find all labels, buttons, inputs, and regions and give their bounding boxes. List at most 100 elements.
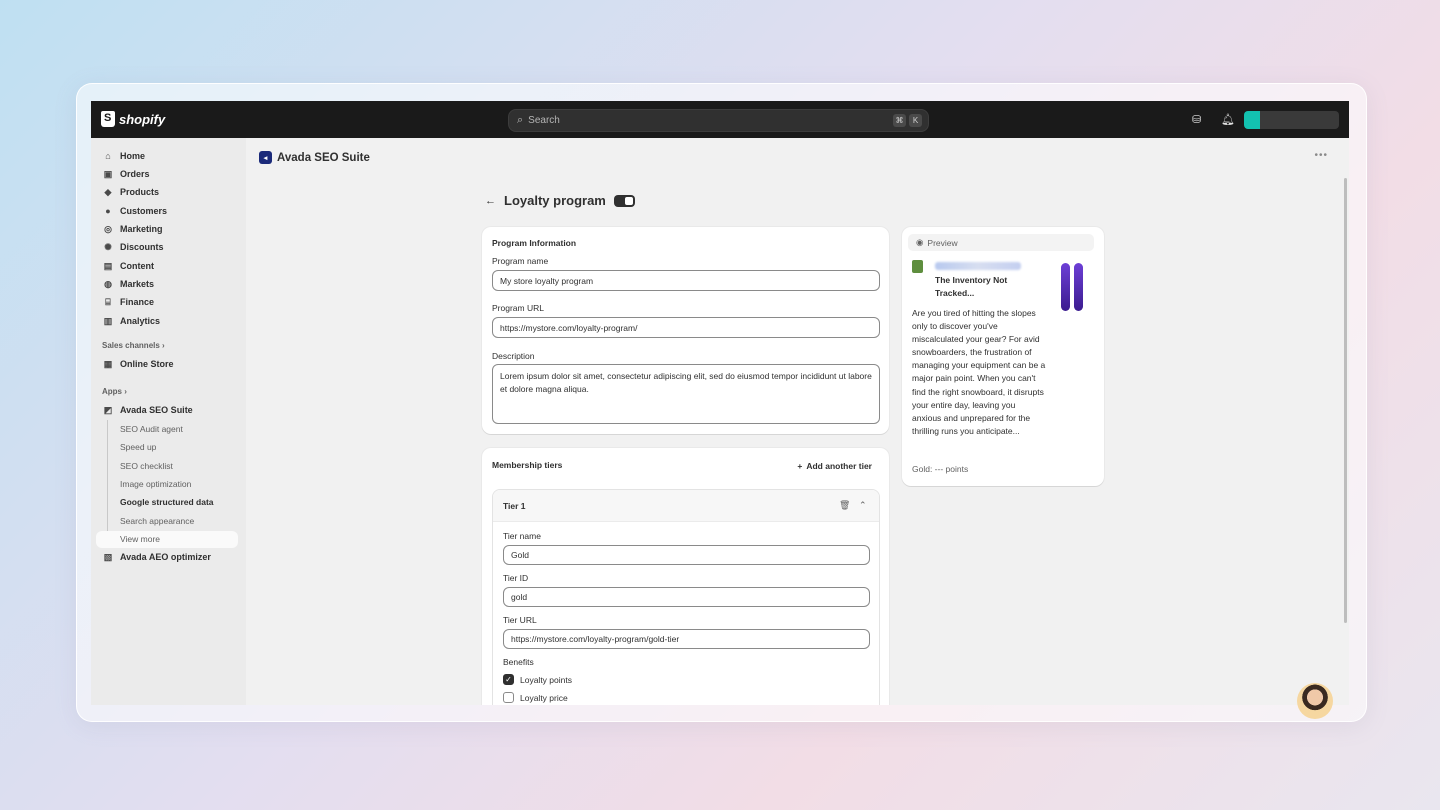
- sidebar-item-orders[interactable]: ▣ Orders: [103, 166, 150, 182]
- sales-channels-heading[interactable]: Sales channels ›: [102, 341, 165, 350]
- person-icon: ●: [105, 206, 111, 216]
- subitem-image-optimization[interactable]: Image optimization: [120, 479, 191, 489]
- loyalty-points-label: Loyalty points: [520, 675, 572, 685]
- sidebar-item-content[interactable]: ▤ Content: [103, 258, 154, 274]
- content-icon: ▤: [103, 260, 113, 271]
- chevron-right-icon: ›: [162, 341, 165, 350]
- back-arrow-icon[interactable]: ←: [485, 195, 496, 207]
- shopify-admin: shopify ⌕ Search ⌘ K ⛁ 🔔︎ ⌂Home ▣Orders …: [91, 101, 1349, 705]
- support-avatar[interactable]: [1297, 683, 1333, 719]
- discount-icon: ✺: [104, 241, 112, 252]
- shopify-logo[interactable]: shopify: [101, 111, 165, 127]
- search-placeholder: Search: [528, 115, 560, 126]
- sidebar-item-products[interactable]: ◆ Products: [103, 184, 159, 200]
- tier-id-input[interactable]: gold: [503, 587, 870, 607]
- card-title: Program Information: [492, 238, 577, 248]
- tier-name-label: Tier name: [503, 531, 541, 541]
- page-scrollbar[interactable]: [1344, 178, 1347, 623]
- plus-icon: +: [797, 461, 803, 471]
- snowboard-image-right: [1074, 263, 1083, 311]
- page-title: Loyalty program: [504, 193, 606, 208]
- tier-1-panel: Tier 1 🗑︎ ⌃ Tier name Gold Tier ID gold …: [492, 489, 880, 705]
- sidebar-item-customers[interactable]: ● Customers: [103, 203, 167, 219]
- sidebar-item-markets[interactable]: ◍ Markets: [103, 276, 154, 292]
- app-title: Avada SEO Suite: [277, 151, 370, 164]
- subitem-seo-audit[interactable]: SEO Audit agent: [120, 424, 183, 434]
- add-another-tier-button[interactable]: + Add another tier: [797, 461, 872, 471]
- sidebar: ⌂ Home ▣ Orders ◆ Products ● Customers ◎ Mark…: [91, 138, 246, 705]
- subitem-view-more[interactable]: View more: [120, 534, 160, 544]
- subnav-tree-line: [107, 420, 108, 535]
- chart-icon: ▥: [103, 315, 113, 326]
- subitem-speed-up[interactable]: Speed up: [120, 442, 156, 452]
- preview-header: ◉ Preview: [908, 234, 1094, 251]
- command-key-badge: ⌘: [893, 114, 906, 127]
- globe-icon: ◍: [104, 278, 112, 289]
- loyalty-points-checkbox[interactable]: ✓: [503, 674, 514, 685]
- more-actions-icon[interactable]: •••: [1314, 150, 1328, 161]
- tier-url-input[interactable]: https://mystore.com/loyalty-program/gold…: [503, 629, 870, 649]
- benefits-label: Benefits: [503, 657, 534, 667]
- card-title: Membership tiers: [492, 460, 563, 470]
- program-name-label: Program name: [492, 256, 549, 266]
- tier-1-header[interactable]: Tier 1 🗑︎ ⌃: [493, 490, 879, 522]
- shopify-bag-icon: [101, 111, 115, 127]
- preview-description: Are you tired of hitting the slopes only…: [912, 308, 1046, 436]
- program-url-input[interactable]: https://mystore.com/loyalty-program/: [492, 317, 880, 338]
- sidebar-item-online-store[interactable]: ▦ Online Store: [103, 356, 174, 372]
- preview-title: Preview: [927, 237, 958, 248]
- store-account-chip[interactable]: [1244, 111, 1339, 129]
- avada-app-icon: ◩: [103, 404, 113, 415]
- chevron-up-icon[interactable]: ⌃: [859, 500, 867, 511]
- search-icon: ⌕: [517, 114, 524, 126]
- sidebar-item-finance[interactable]: ⌸ Finance: [103, 294, 154, 310]
- k-key-badge: K: [909, 114, 922, 127]
- preview-points: Gold: --- points: [912, 464, 969, 474]
- eye-icon: ◉: [916, 237, 924, 247]
- sidebar-item-marketing[interactable]: ◎ Marketing: [103, 221, 162, 237]
- sidebar-item-avada-seo[interactable]: ◩ Avada SEO Suite: [103, 402, 193, 418]
- subitem-google-structured-data[interactable]: Google structured data: [120, 497, 214, 507]
- sidebar-item-avada-aeo[interactable]: ▧ Avada AEO optimizer: [103, 549, 211, 565]
- bell-icon[interactable]: 🔔︎: [1221, 113, 1235, 126]
- tag-icon: ◆: [104, 186, 112, 197]
- app-header: ◂ Avada SEO Suite: [259, 151, 370, 164]
- snowboard-image-left: [1061, 263, 1070, 311]
- storefront-icon: ▦: [103, 358, 113, 369]
- apps-heading[interactable]: Apps ›: [102, 387, 127, 396]
- loyalty-price-checkbox[interactable]: [503, 692, 514, 703]
- program-information-card: Program Information Program name My stor…: [482, 227, 889, 434]
- program-name-input[interactable]: My store loyalty program: [492, 270, 880, 291]
- main-content: ◂ Avada SEO Suite ••• ← Loyalty program …: [246, 138, 1342, 705]
- target-icon: ◎: [104, 223, 112, 234]
- aeo-app-icon: ▧: [103, 551, 113, 562]
- preview-product-title: The Inventory Not Tracked...: [935, 275, 1008, 298]
- subitem-search-appearance[interactable]: Search appearance: [120, 516, 194, 526]
- sidebar-item-discounts[interactable]: ✺ Discounts: [103, 239, 163, 255]
- membership-tiers-card: Membership tiers + Add another tier Tier…: [482, 448, 889, 705]
- tier-url-label: Tier URL: [503, 615, 537, 625]
- sidebar-item-home[interactable]: ⌂ Home: [103, 148, 145, 164]
- tier-id-label: Tier ID: [503, 573, 529, 583]
- search-bar[interactable]: ⌕ Search ⌘ K: [508, 109, 929, 132]
- tier-name-input[interactable]: Gold: [503, 545, 870, 565]
- bank-icon: ⌸: [105, 296, 111, 307]
- description-label: Description: [492, 351, 535, 361]
- sidebar-item-analytics[interactable]: ▥ Analytics: [103, 313, 160, 329]
- chevron-right-icon: ›: [124, 387, 127, 396]
- store-icon[interactable]: ⛁: [1192, 113, 1201, 126]
- shopify-mini-icon: [912, 260, 923, 273]
- page-header: ← Loyalty program: [485, 193, 635, 208]
- trash-icon[interactable]: 🗑︎: [839, 500, 850, 511]
- subitem-seo-checklist[interactable]: SEO checklist: [120, 461, 173, 471]
- brand-name: shopify: [119, 111, 166, 127]
- top-bar: shopify ⌕ Search ⌘ K ⛁ 🔔︎: [91, 101, 1349, 138]
- tier-1-title: Tier 1: [503, 501, 526, 511]
- preview-card: ◉ Preview The Inventory Not Tracked... A…: [902, 227, 1104, 486]
- inbox-icon: ▣: [103, 168, 113, 179]
- description-textarea[interactable]: Lorem ipsum dolor sit amet, consectetur …: [492, 364, 880, 424]
- loyalty-price-label: Loyalty price: [520, 693, 568, 703]
- blurred-store-name: [935, 262, 1021, 270]
- avada-logo-icon: ◂: [259, 151, 272, 164]
- program-enabled-toggle[interactable]: [613, 194, 635, 207]
